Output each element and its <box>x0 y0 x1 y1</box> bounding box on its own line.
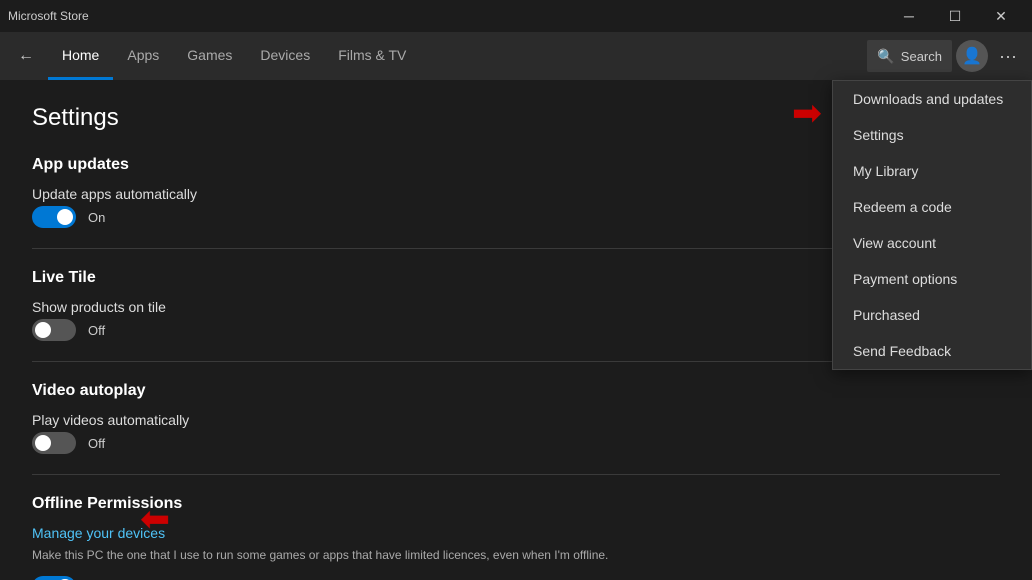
app-title: Microsoft Store <box>8 9 886 23</box>
more-options-button[interactable]: ··· <box>992 40 1024 72</box>
dropdown-downloads[interactable]: Downloads and updates <box>833 81 1031 117</box>
nav-right-controls: 🔍 Search 👤 ··· <box>867 40 1024 72</box>
toggle-thumb-2 <box>35 322 51 338</box>
arrow-bottom-indicator: ➡ <box>140 498 170 540</box>
close-button[interactable]: ✕ <box>978 0 1024 32</box>
auto-update-toggle[interactable] <box>32 206 76 228</box>
back-button[interactable]: ← <box>8 38 44 74</box>
search-label: Search <box>901 49 942 64</box>
play-videos-toggle[interactable] <box>32 432 76 454</box>
offline-toggle[interactable] <box>32 576 76 580</box>
nav-bar: ← Home Apps Games Devices Films & TV 🔍 S… <box>0 32 1032 80</box>
section-offline-permissions: Offline Permissions Manage your devices … <box>32 495 1000 580</box>
dropdown-redeem[interactable]: Redeem a code <box>833 189 1031 225</box>
dropdown-feedback[interactable]: Send Feedback <box>833 333 1031 369</box>
dropdown-my-library[interactable]: My Library <box>833 153 1031 189</box>
divider-3 <box>32 474 1000 475</box>
play-videos-label: Play videos automatically <box>32 412 189 428</box>
toggle-thumb-3 <box>35 435 51 451</box>
dropdown-settings[interactable]: Settings <box>833 117 1031 153</box>
offline-description: Make this PC the one that I use to run s… <box>32 547 1000 564</box>
show-products-label: Show products on tile <box>32 299 166 315</box>
arrow-right-indicator: ➡ <box>792 92 822 134</box>
tab-apps[interactable]: Apps <box>113 32 173 80</box>
auto-update-label: Update apps automatically <box>32 186 197 202</box>
tab-devices[interactable]: Devices <box>246 32 324 80</box>
auto-update-toggle-label: On <box>88 210 105 225</box>
show-products-toggle[interactable] <box>32 319 76 341</box>
dropdown-view-account[interactable]: View account <box>833 225 1031 261</box>
section-video-autoplay: Video autoplay Play videos automatically… <box>32 382 1000 454</box>
dropdown-purchased[interactable]: Purchased <box>833 297 1031 333</box>
user-account-button[interactable]: 👤 <box>956 40 988 72</box>
offline-permissions-title: Offline Permissions <box>32 495 1000 513</box>
play-videos-toggle-label: Off <box>88 436 105 451</box>
tab-films[interactable]: Films & TV <box>324 32 420 80</box>
offline-toggle-row: On <box>32 576 1000 580</box>
play-videos-row: Play videos automatically <box>32 412 1000 428</box>
dropdown-payment[interactable]: Payment options <box>833 261 1031 297</box>
nav-tabs: Home Apps Games Devices Films & TV <box>48 32 863 80</box>
minimize-button[interactable]: ─ <box>886 0 932 32</box>
search-box[interactable]: 🔍 Search <box>867 40 952 72</box>
search-icon: 🔍 <box>877 48 894 65</box>
toggle-thumb <box>57 209 73 225</box>
window-controls: ─ ☐ ✕ <box>886 0 1024 32</box>
maximize-button[interactable]: ☐ <box>932 0 978 32</box>
tab-home[interactable]: Home <box>48 32 113 80</box>
dropdown-menu: Downloads and updates Settings My Librar… <box>832 80 1032 370</box>
play-videos-toggle-row: Off <box>32 432 1000 454</box>
title-bar: Microsoft Store ─ ☐ ✕ <box>0 0 1032 32</box>
tab-games[interactable]: Games <box>173 32 246 80</box>
show-products-toggle-label: Off <box>88 323 105 338</box>
video-autoplay-title: Video autoplay <box>32 382 1000 400</box>
